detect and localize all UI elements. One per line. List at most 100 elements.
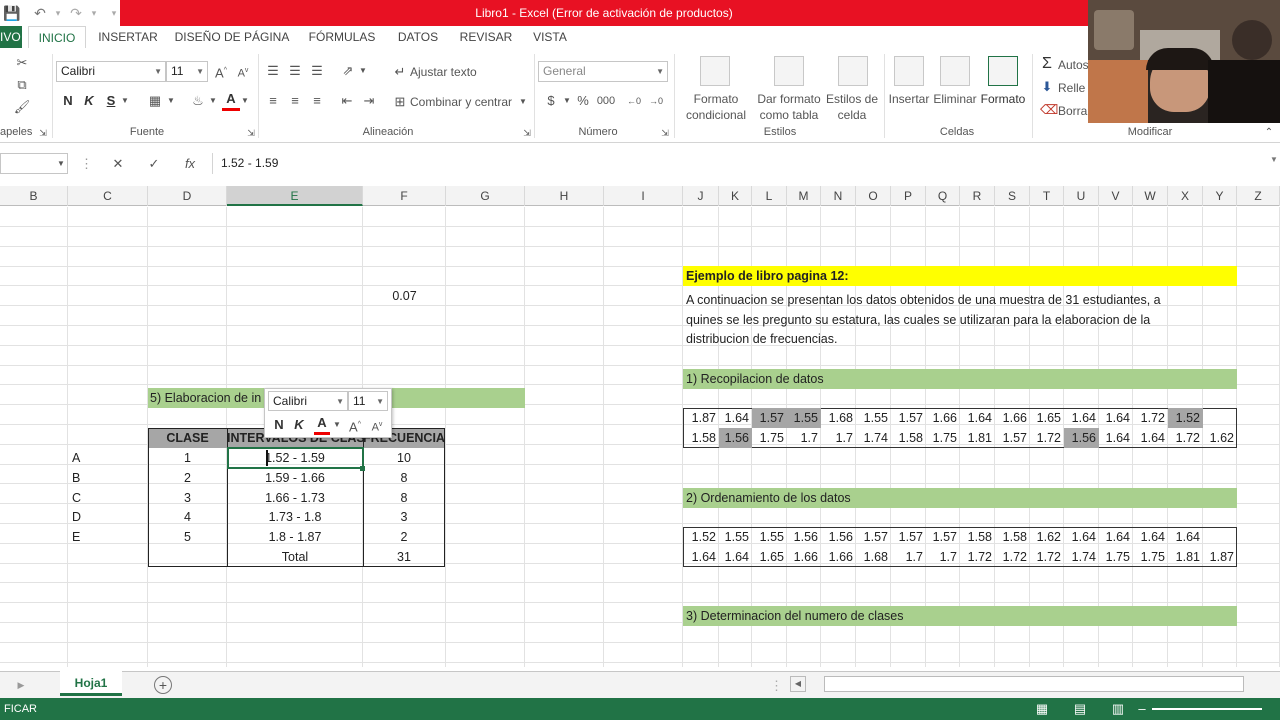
merge-center-icon[interactable]: ⊞ <box>392 93 408 111</box>
data-cell[interactable]: 1.7 <box>891 547 923 567</box>
column-header-g[interactable]: G <box>446 186 525 206</box>
column-header-n[interactable]: N <box>821 186 856 206</box>
tab-diseno-pagina[interactable]: DISEÑO DE PÁGINA <box>170 26 294 48</box>
column-header-m[interactable]: M <box>787 186 821 206</box>
tab-insertar[interactable]: INSERTAR <box>96 26 160 48</box>
number-launcher-icon[interactable]: ⇲ <box>660 126 670 140</box>
format-cells-icon[interactable] <box>988 56 1018 86</box>
freq-cell-frecuencia[interactable]: 2 <box>363 527 445 547</box>
data-cell[interactable]: 1.58 <box>995 527 1027 547</box>
data-cell[interactable]: 1.57 <box>856 527 888 547</box>
orientation-icon[interactable]: ⇗ <box>338 62 358 80</box>
data-cell[interactable]: 1.75 <box>926 428 957 448</box>
step2-heading[interactable]: 2) Ordenamiento de los datos <box>686 488 851 508</box>
cell-f-value[interactable]: 0.07 <box>363 286 446 306</box>
data-cell[interactable]: 1.52 <box>683 527 716 547</box>
data-cell[interactable]: 1.52 <box>1168 408 1203 428</box>
mini-size-select[interactable]: 11 ▼ <box>348 391 388 411</box>
orientation-dropdown-icon[interactable]: ▼ <box>358 62 368 80</box>
font-color-icon[interactable]: A <box>222 90 240 111</box>
data-cell[interactable]: 1.64 <box>1064 527 1096 547</box>
data-cell[interactable] <box>1203 408 1234 428</box>
data-cell[interactable]: 1.87 <box>1203 547 1234 567</box>
freq-cell-clase[interactable]: 2 <box>148 468 227 488</box>
copy-icon[interactable]: ⧉ <box>12 76 32 94</box>
merge-dropdown-icon[interactable]: ▼ <box>518 93 528 111</box>
data-cell[interactable]: 1.74 <box>1064 547 1096 567</box>
align-right-icon[interactable]: ≡ <box>308 92 326 110</box>
page-break-icon[interactable]: ▥ <box>1110 700 1126 718</box>
format-as-table-icon[interactable] <box>774 56 804 86</box>
data-cell[interactable]: 1.64 <box>1064 408 1096 428</box>
column-header-b[interactable]: B <box>0 186 68 206</box>
percent-button[interactable]: % <box>576 92 590 110</box>
italic-button[interactable]: K <box>82 92 96 110</box>
tab-split-grip-icon[interactable]: ⋮ <box>770 677 783 695</box>
mini-font-color-dropdown-icon[interactable]: ▼ <box>332 416 342 434</box>
page-layout-icon[interactable]: ▤ <box>1072 700 1088 718</box>
borders-dropdown-icon[interactable]: ▼ <box>166 92 176 110</box>
zoom-out-icon[interactable]: – <box>1136 700 1148 718</box>
data-cell[interactable]: 1.64 <box>1168 527 1200 547</box>
autosum-button[interactable]: Autos <box>1058 58 1089 72</box>
data-cell[interactable]: 1.64 <box>1133 428 1165 448</box>
format-as-table-label-2[interactable]: como tabla <box>754 108 824 122</box>
column-header-f[interactable]: F <box>363 186 446 206</box>
column-header-s[interactable]: S <box>995 186 1030 206</box>
currency-dropdown-icon[interactable]: ▼ <box>562 92 572 110</box>
data-cell[interactable]: 1.58 <box>960 527 992 547</box>
data-cell[interactable]: 1.68 <box>821 408 853 428</box>
increase-decimal-icon[interactable]: ←0 <box>626 92 642 110</box>
description-line-1[interactable]: A continuacion se presentan los datos ob… <box>686 290 1161 310</box>
column-header-d[interactable]: D <box>148 186 227 206</box>
fill-handle[interactable] <box>360 466 365 471</box>
conditional-format-label-1[interactable]: Formato <box>680 92 752 106</box>
redo-icon[interactable]: ↷ <box>66 3 86 23</box>
data-cell[interactable]: 1.57 <box>995 428 1027 448</box>
normal-view-icon[interactable]: ▦ <box>1034 700 1050 718</box>
wrap-text-icon[interactable]: ↵ <box>392 63 408 81</box>
wrap-text-button[interactable]: Ajustar texto <box>410 65 477 79</box>
data-cell[interactable]: 1.75 <box>1099 547 1130 567</box>
mini-increase-font-icon[interactable]: A^ <box>348 416 362 436</box>
tab-revisar[interactable]: REVISAR <box>456 26 516 48</box>
column-header-y[interactable]: Y <box>1203 186 1237 206</box>
mini-decrease-font-icon[interactable]: Av <box>370 416 384 437</box>
data-cell[interactable]: 1.57 <box>926 527 957 547</box>
column-header-x[interactable]: X <box>1168 186 1203 206</box>
example-title[interactable]: Ejemplo de libro pagina 12: <box>686 266 849 286</box>
delete-cells-button[interactable]: Eliminar <box>930 92 980 106</box>
format-cells-button[interactable]: Formato <box>978 92 1028 106</box>
data-cell[interactable]: 1.57 <box>891 408 923 428</box>
column-header-h[interactable]: H <box>525 186 604 206</box>
data-cell[interactable]: 1.62 <box>1030 527 1061 547</box>
data-cell[interactable]: 1.64 <box>719 547 749 567</box>
freq-cell-intervalo[interactable]: 1.59 - 1.66 <box>227 468 363 488</box>
clear-button[interactable]: Borra <box>1058 104 1087 118</box>
column-header-u[interactable]: U <box>1064 186 1099 206</box>
data-cell[interactable]: 1.57 <box>891 527 923 547</box>
clipboard-launcher-icon[interactable]: ⇲ <box>38 126 48 140</box>
alignment-launcher-icon[interactable]: ⇲ <box>522 126 532 140</box>
data-cell[interactable]: 1.64 <box>1099 408 1130 428</box>
clear-icon[interactable]: ⌫ <box>1040 101 1058 119</box>
tab-file[interactable]: IVO <box>0 26 22 48</box>
column-header-p[interactable]: P <box>891 186 926 206</box>
data-cell[interactable] <box>1203 527 1234 547</box>
undo-dropdown-icon[interactable]: ▾ <box>48 3 68 23</box>
insert-cells-icon[interactable] <box>894 56 924 86</box>
font-color-dropdown-icon[interactable]: ▼ <box>240 92 250 110</box>
column-header-k[interactable]: K <box>719 186 752 206</box>
freq-cell-clase[interactable]: 4 <box>148 507 227 527</box>
total-value[interactable]: 31 <box>363 547 445 567</box>
freq-cell-letter[interactable]: E <box>72 527 92 547</box>
cut-icon[interactable]: ✂ <box>12 54 32 72</box>
tab-inicio[interactable]: INICIO <box>28 26 86 48</box>
data-cell[interactable]: 1.7 <box>821 428 853 448</box>
align-top-icon[interactable]: ☰ <box>264 62 282 80</box>
decrease-decimal-icon[interactable]: →0 <box>648 92 664 110</box>
fill-icon[interactable]: ⬇ <box>1040 78 1054 96</box>
description-line-2[interactable]: quines se les pregunto su estatura, las … <box>686 310 1150 330</box>
data-cell[interactable]: 1.87 <box>683 408 716 428</box>
font-name-select[interactable]: Calibri ▼ <box>56 61 166 82</box>
